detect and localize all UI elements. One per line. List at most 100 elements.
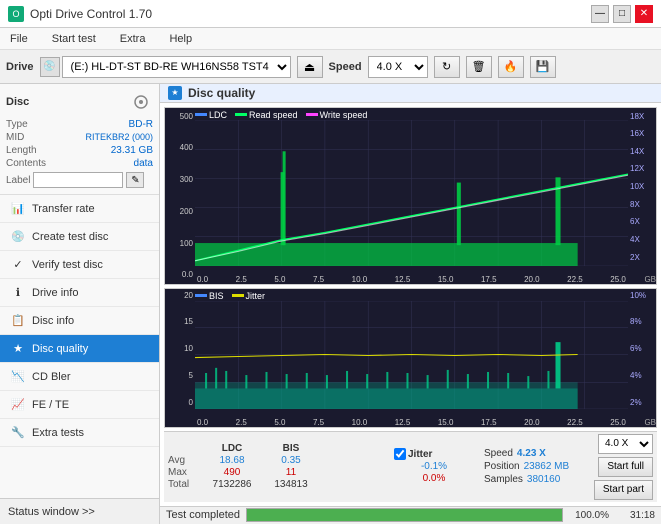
nav-cd-bler[interactable]: 📉 CD Bler <box>0 363 159 391</box>
maximize-button[interactable]: □ <box>613 5 631 23</box>
erase-button[interactable]: 🗑 <box>466 56 492 78</box>
menu-file[interactable]: File <box>4 31 34 47</box>
start-part-button[interactable]: Start part <box>594 480 653 500</box>
samples-info-row: Samples 380160 <box>484 474 569 485</box>
stats-ldc-header: LDC <box>198 443 266 454</box>
speed-info-row: Speed 4.23 X <box>484 448 569 459</box>
nav-create-test-disc-label: Create test disc <box>32 231 108 243</box>
status-window-button[interactable]: Status window >> <box>0 498 159 524</box>
nav-disc-info[interactable]: 📋 Disc info <box>0 307 159 335</box>
disc-length-label: Length <box>6 145 37 156</box>
x2-label-0: 0.0 <box>197 418 208 427</box>
jitter-legend-color <box>232 294 244 297</box>
progress-percent: 100.0% <box>569 510 609 521</box>
stats-max-jitter: 0.0% <box>394 473 474 484</box>
eject-button[interactable]: ⏏ <box>297 56 323 78</box>
stats-max-label: Max <box>168 467 198 478</box>
stats-avg-row: Avg 18.68 0.35 <box>168 455 388 466</box>
drive-select[interactable]: (E:) HL-DT-ST BD-RE WH16NS58 TST4 <box>62 56 291 78</box>
y-label-300: 300 <box>167 175 193 184</box>
samples-value: 380160 <box>527 474 560 485</box>
refresh-button[interactable]: ↻ <box>434 56 460 78</box>
close-button[interactable]: ✕ <box>635 5 653 23</box>
disc-label-edit-button[interactable]: ✎ <box>126 172 144 188</box>
chart-top-y-axis-left: 500 400 300 200 100 0.0 <box>165 108 195 284</box>
fe-te-icon: 📈 <box>10 397 26 413</box>
disc-contents-value: data <box>134 158 153 169</box>
chart-top-y-axis-right: 18X 16X 14X 12X 10X 8X 6X 4X 2X <box>628 108 656 266</box>
menu-extra[interactable]: Extra <box>114 31 152 47</box>
menu-start-test[interactable]: Start test <box>46 31 102 47</box>
stats-columns: LDC BIS Avg 18.68 0.35 Max 490 11 <box>168 443 388 490</box>
legend-bis: BIS <box>195 291 224 301</box>
legend-jitter: Jitter <box>232 291 266 301</box>
progress-bar-fill <box>247 509 562 521</box>
disc-panel-title: Disc <box>6 96 29 108</box>
speed-select[interactable]: 4.0 X <box>368 56 428 78</box>
bis-legend-color <box>195 294 207 297</box>
y-label-200: 200 <box>167 207 193 216</box>
stats-max-bis: 11 <box>266 467 316 478</box>
y-label-0: 0.0 <box>167 270 193 279</box>
nav-verify-test-disc[interactable]: ✓ Verify test disc <box>0 251 159 279</box>
start-full-button[interactable]: Start full <box>598 457 653 477</box>
sidebar: Disc Type BD-R MID RITEKBR2 (000) Length… <box>0 84 160 524</box>
stats-avg-label: Avg <box>168 455 198 466</box>
stats-max-ldc: 490 <box>198 467 266 478</box>
nav-transfer-rate[interactable]: 📊 Transfer rate <box>0 195 159 223</box>
nav-transfer-rate-label: Transfer rate <box>32 203 95 215</box>
stats-speed-select[interactable]: 4.0 X <box>598 434 653 454</box>
disc-type-row: Type BD-R <box>6 118 153 131</box>
jitter-legend-label: Jitter <box>246 291 266 301</box>
cd-bler-icon: 📉 <box>10 369 26 385</box>
x-label-7.5: 7.5 <box>313 275 324 284</box>
disc-type-label: Type <box>6 119 28 130</box>
jitter-checkbox[interactable] <box>394 448 406 460</box>
nav-drive-info-label: Drive info <box>32 287 78 299</box>
save-button[interactable]: 💾 <box>530 56 556 78</box>
chart-bottom: 20 15 10 5 0 10% 8% 6% 4% 2% <box>164 288 657 428</box>
position-label: Position <box>484 461 520 472</box>
transfer-rate-icon: 📊 <box>10 201 26 217</box>
x-label-15: 15.0 <box>438 275 454 284</box>
disc-settings-icon[interactable] <box>129 90 153 114</box>
minimize-button[interactable]: — <box>591 5 609 23</box>
menubar: File Start test Extra Help <box>0 28 661 50</box>
bis-legend-label: BIS <box>209 291 224 301</box>
disc-quality-icon: ★ <box>10 341 26 357</box>
speed-label: Speed <box>329 61 362 73</box>
menu-help[interactable]: Help <box>163 31 198 47</box>
chart-bottom-x-unit: GB <box>644 418 656 427</box>
stats-total-bis: 134813 <box>266 479 316 490</box>
nav-create-test-disc[interactable]: 💿 Create test disc <box>0 223 159 251</box>
nav-fe-te-label: FE / TE <box>32 399 69 411</box>
disc-mid-label: MID <box>6 132 24 143</box>
y-label-500: 500 <box>167 112 193 121</box>
disc-type-value: BD-R <box>129 119 153 130</box>
nav-disc-quality[interactable]: ★ Disc quality <box>0 335 159 363</box>
stats-avg-bis: 0.35 <box>266 455 316 466</box>
y2-label-20: 20 <box>167 291 193 300</box>
nav-extra-tests[interactable]: 🔧 Extra tests <box>0 419 159 447</box>
disc-length-value: 23.31 GB <box>111 145 153 156</box>
samples-label: Samples <box>484 474 523 485</box>
disc-label-input[interactable] <box>33 172 123 188</box>
nav-fe-te[interactable]: 📈 FE / TE <box>0 391 159 419</box>
charts-area: 500 400 300 200 100 0.0 18X 16X 14X 12X … <box>160 103 661 506</box>
speed-position-info: Speed 4.23 X Position 23862 MB Samples 3… <box>484 448 569 485</box>
write-speed-legend-label: Write speed <box>320 110 368 120</box>
burn-button[interactable]: 🔥 <box>498 56 524 78</box>
x-label-5: 5.0 <box>274 275 285 284</box>
legend-read-speed: Read speed <box>235 110 298 120</box>
sidebar-nav: 📊 Transfer rate 💿 Create test disc ✓ Ver… <box>0 195 159 498</box>
status-window-label: Status window >> <box>8 506 95 518</box>
chart-top-x-axis: 0.0 2.5 5.0 7.5 10.0 12.5 15.0 17.5 20.0… <box>195 275 628 284</box>
y2r-label-4: 4% <box>630 371 654 380</box>
stats-avg-ldc: 18.68 <box>198 455 266 466</box>
x2-label-12.5: 12.5 <box>395 418 411 427</box>
stats-total-row: Total 7132286 134813 <box>168 479 388 490</box>
y2r-label-2: 2% <box>630 398 654 407</box>
nav-drive-info[interactable]: ℹ Drive info <box>0 279 159 307</box>
x2-label-2.5: 2.5 <box>236 418 247 427</box>
speed-info-label: Speed <box>484 448 513 459</box>
